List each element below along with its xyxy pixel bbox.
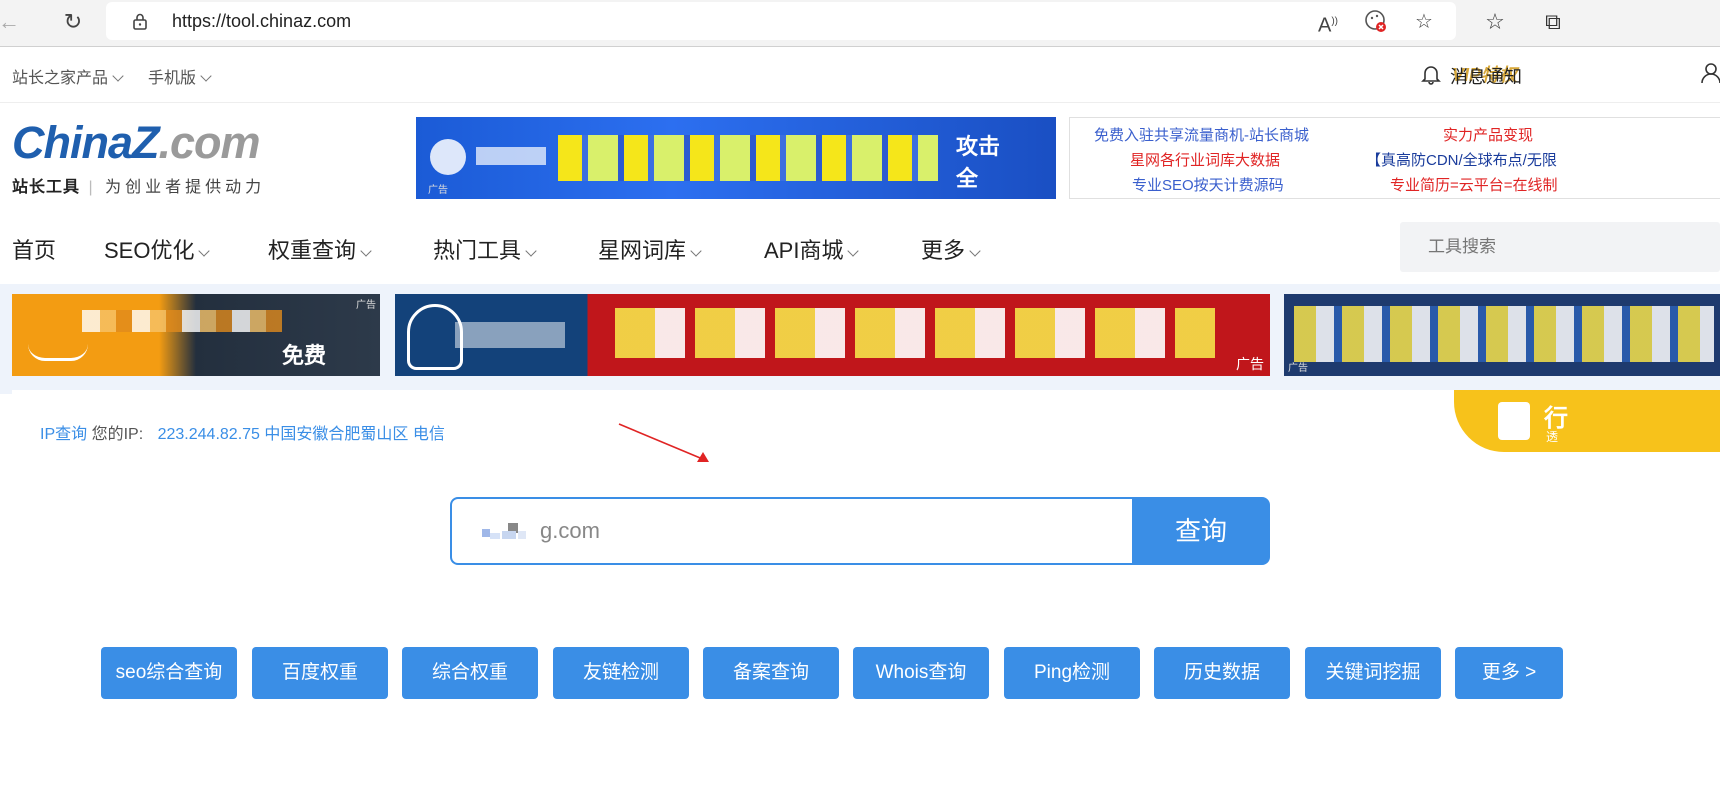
chevron-down-icon [360,245,372,257]
address-bar[interactable]: https://tool.chinaz.com A)) ☆ [106,2,1456,40]
banner-text: 全 [956,166,979,191]
url-text[interactable]: https://tool.chinaz.com [172,11,351,32]
reload-icon[interactable]: ↻ [58,7,88,37]
pixelated-block [455,322,565,348]
quick-link-more[interactable]: 更多 > [1455,647,1563,699]
query-button[interactable]: 查询 [1132,497,1270,565]
banner-ad-aws[interactable]: 免费 广告 [12,294,380,376]
quick-link-ping[interactable]: Ping检测 [1004,647,1140,699]
promo-badge[interactable]: 行 透 [1454,390,1720,452]
chevron-down-icon [200,70,212,82]
chevron-down-icon [969,245,981,257]
query-form: 查询 [450,497,1270,565]
ip-query-link[interactable]: IP查询 [40,426,87,443]
quick-link-seo[interactable]: seo综合查询 [101,647,237,699]
user-icon[interactable] [1700,62,1720,84]
ad-tag: 广告 [428,185,448,196]
quick-link-history[interactable]: 历史数据 [1154,647,1290,699]
favorites-icon[interactable]: ☆ [1480,7,1510,37]
smile-logo-icon [28,344,88,361]
logo-wordmark: ChinaZ.com [12,117,261,168]
nav-item-seo[interactable]: SEO优化 [104,233,211,265]
banner-ad-blue[interactable]: 广告 [1284,294,1720,376]
page: 站长之家产品 手机版 VIP特权 消息通知 ChinaZ.com 站长工具 | … [0,47,1720,802]
text-ad-link[interactable]: 【真高防CDN/全球布点/无限 [1366,149,1557,170]
tool-search-input[interactable] [1426,236,1680,258]
text-ad-link[interactable]: 星网各行业词库大数据 [1130,149,1280,170]
quick-link-whois[interactable]: Whois查询 [853,647,989,699]
top-utility-bar: 站长之家产品 手机版 VIP特权 消息通知 [0,47,1720,103]
add-favorite-icon[interactable]: ☆ [1410,8,1438,36]
collections-icon[interactable]: ⧉ [1538,7,1568,37]
banner-text: 攻击 [956,134,1001,159]
text-ad-link[interactable]: 专业简历=云平台=在线制 [1390,174,1558,195]
quick-link-icp[interactable]: 备案查询 [703,647,839,699]
badge-subtext: 透 [1546,430,1559,444]
nav-item-home[interactable]: 首页 [12,233,56,265]
pixelated-block [82,310,282,332]
shield-logo-icon [430,139,466,175]
nav-item-more[interactable]: 更多 [921,233,981,265]
read-aloud-icon[interactable]: A)) [1314,8,1342,37]
mobile-menu[interactable]: 手机版 [148,64,212,88]
text-ad-link[interactable]: 免费入驻共享流量商机-站长商城 [1094,124,1309,145]
ad-tag: 广告 [1236,356,1264,372]
lock-icon [133,13,147,30]
nav-item-hot-tools[interactable]: 热门工具 [433,233,537,265]
quick-link-overall-weight[interactable]: 综合权重 [402,647,538,699]
pixelated-headline [558,135,938,181]
ad-tag: 广告 [356,300,376,311]
ip-value[interactable]: 223.244.82.75 中国安徽合肥蜀山区 电信 [158,426,445,443]
banner-text: 免费 [282,343,327,368]
pixelated-block [476,147,546,165]
quick-link-keywords[interactable]: 关键词挖掘 [1305,647,1441,699]
ip-label: 您的IP: [91,426,144,443]
back-arrow-icon[interactable]: ← [0,7,24,37]
blurred-text [482,523,526,539]
domain-input[interactable] [538,517,1102,545]
tracking-prevention-icon[interactable] [1362,8,1390,36]
quick-link-friend-links[interactable]: 友链检测 [553,647,689,699]
quick-link-baidu-weight[interactable]: 百度权重 [252,647,388,699]
pixelated-headline [1294,306,1714,362]
text-ad-link[interactable]: 专业SEO按天计费源码 [1132,174,1284,195]
nav-item-api[interactable]: API商城 [764,233,860,265]
text-ad-link[interactable]: 实力产品变现 [1443,124,1533,145]
chevron-down-icon [525,245,537,257]
query-panel: IP查询 您的IP: 223.244.82.75 中国安徽合肥蜀山区 电信 行 … [12,390,1720,802]
text-ads: 免费入驻共享流量商机-站长商城 星网各行业词库大数据 专业SEO按天计费源码 实… [1069,117,1720,199]
bell-icon[interactable] [1420,63,1442,85]
ad-tag: 广告 [1288,363,1308,374]
chevron-down-icon [690,245,702,257]
ad-banner-row: 免费 广告 广告 广告 [0,284,1720,394]
nav-item-lexicon[interactable]: 星网词库 [598,233,702,265]
banner-ad-top[interactable]: 攻击 全 广告 [416,117,1056,199]
browser-toolbar: ← ↻ https://tool.chinaz.com A)) ☆ ☆ ⧉ [0,0,1720,47]
logo-tagline: 站长工具 | 为创业者提供动力 [12,179,266,196]
site-logo[interactable]: ChinaZ.com 站长工具 | 为创业者提供动力 [12,117,265,197]
notifications-link[interactable]: 消息通知 [1450,63,1522,89]
nav-item-weight[interactable]: 权重查询 [268,233,372,265]
chevron-down-icon [198,245,211,257]
chevron-down-icon [112,70,124,82]
products-menu[interactable]: 站长之家产品 [12,64,124,88]
red-arrow-annotation [618,423,709,462]
ip-info: IP查询 您的IP: 223.244.82.75 中国安徽合肥蜀山区 电信 [40,420,445,444]
banner-ad-red[interactable]: 广告 [395,294,1270,376]
chevron-down-icon [847,245,860,257]
domain-input-box[interactable] [450,497,1134,565]
pixelated-headline [615,308,1215,358]
tool-search-box[interactable] [1400,222,1720,272]
document-icon [1498,402,1530,440]
